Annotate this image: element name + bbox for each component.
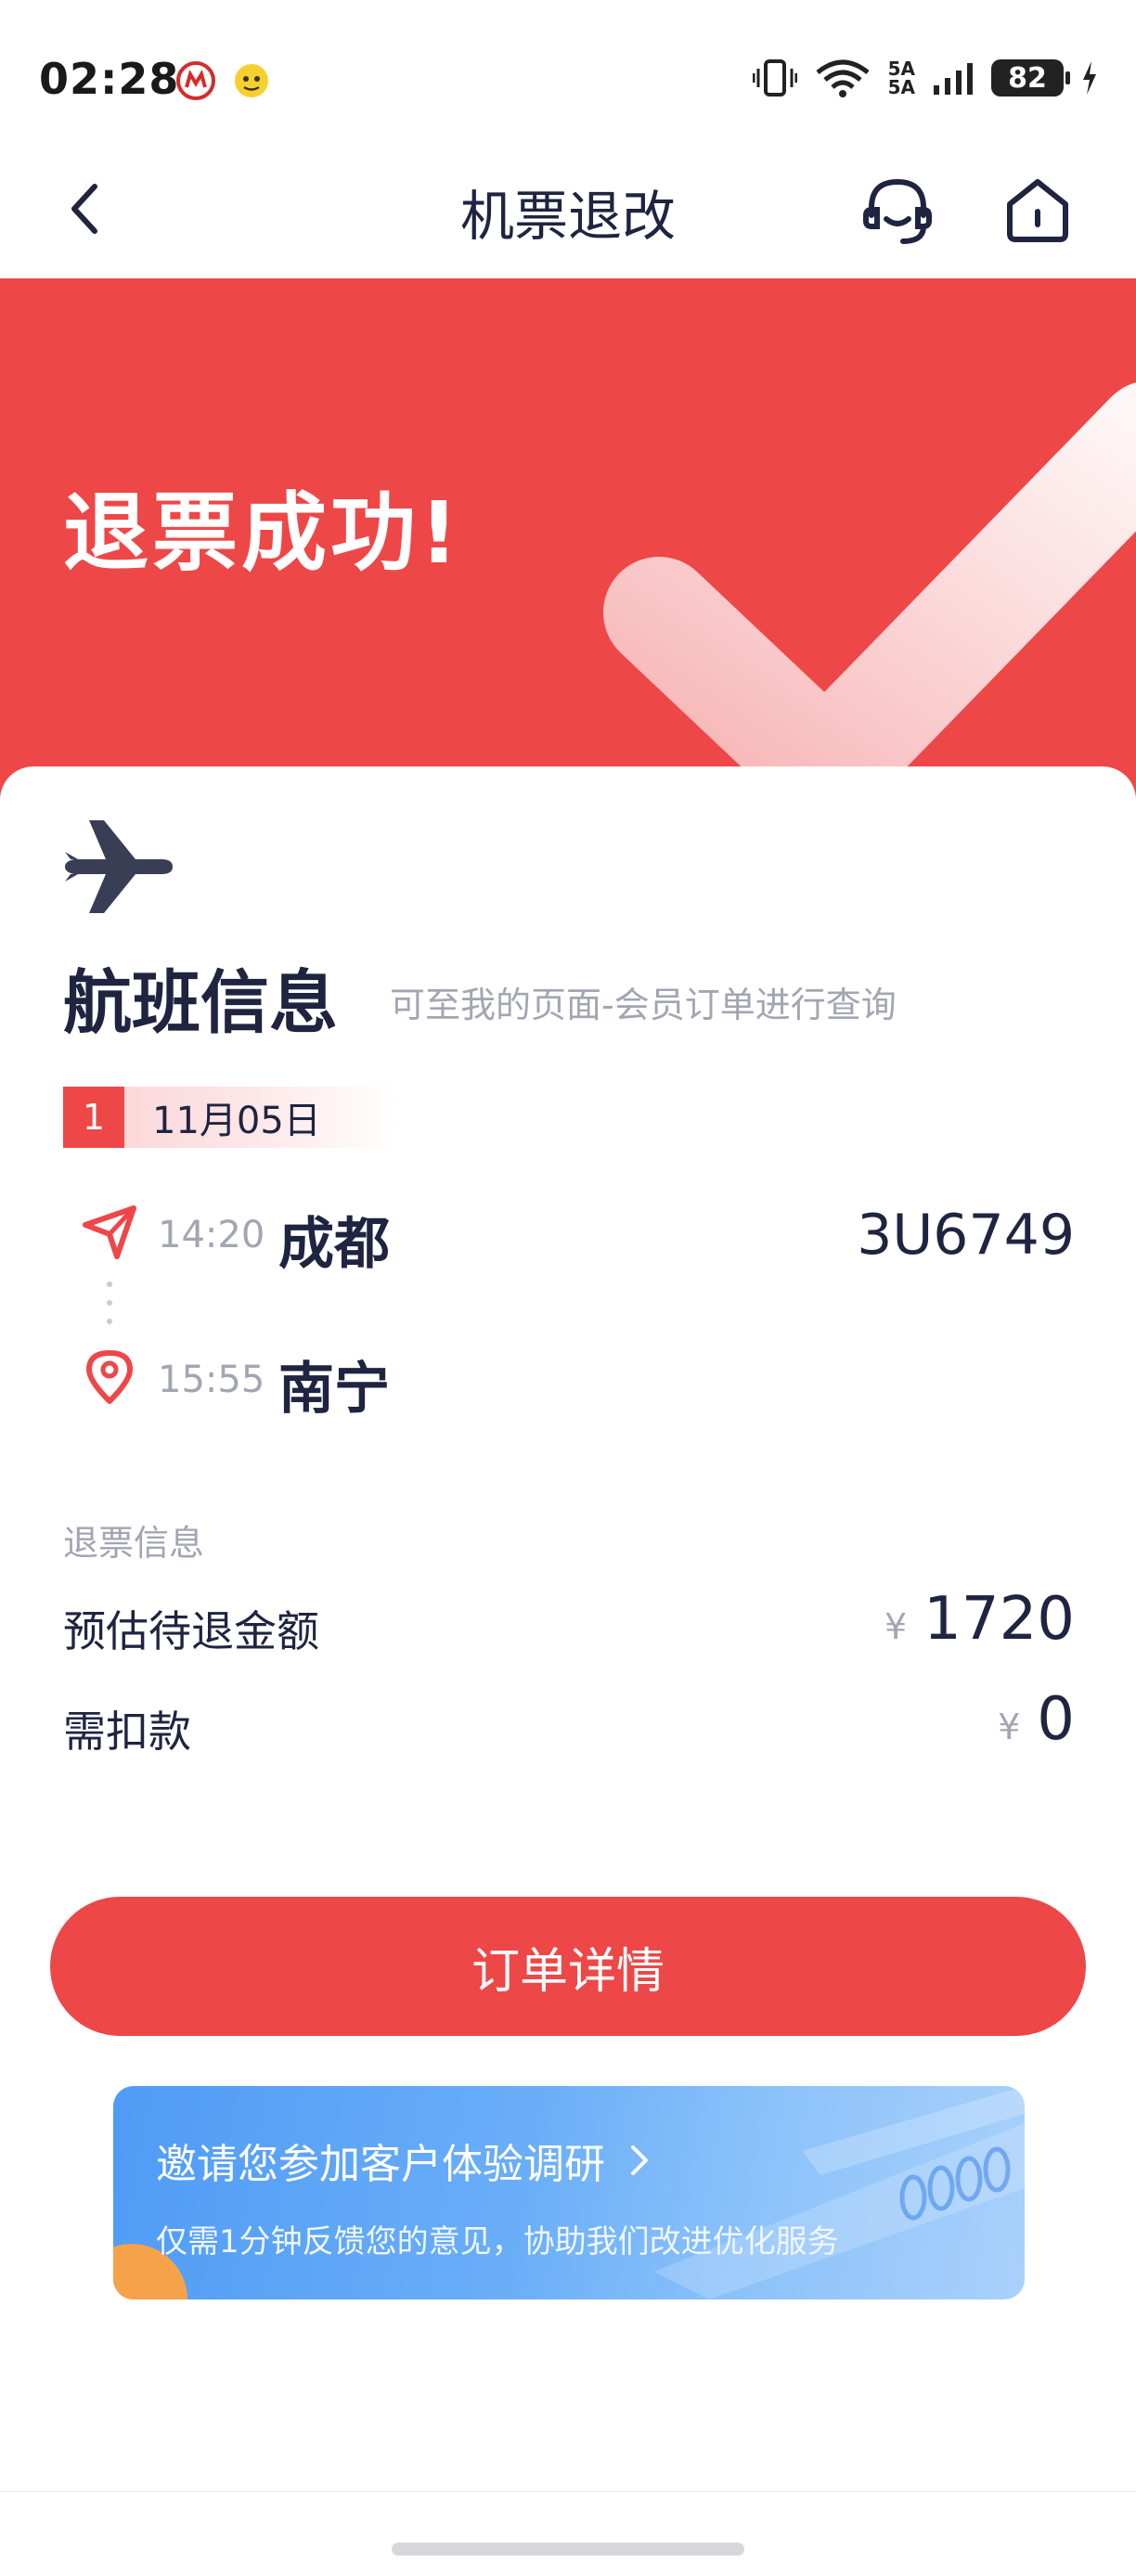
nav-bar: 机票退改 (0, 139, 1136, 278)
refund-info-label: 退票信息 (63, 1523, 205, 1564)
deduction-value: ¥ 0 (998, 1685, 1075, 1754)
departure-city: 成都 (278, 1212, 390, 1277)
order-detail-button[interactable]: 订单详情 (50, 1897, 1086, 2036)
survey-title: 邀请您参加客户体验调研 (156, 2131, 650, 2190)
survey-title-text: 邀请您参加客户体验调研 (156, 2141, 605, 2188)
location-pin-icon (80, 1347, 139, 1407)
deduction-amount: 0 (1037, 1685, 1075, 1754)
arrival-time: 15:55 (158, 1359, 265, 1401)
arrival-city: 南宁 (278, 1357, 390, 1422)
flight-info-title: 航班信息 (63, 963, 338, 1043)
battery-indicator: 82 (991, 59, 1070, 97)
bank-app-icon (176, 61, 215, 100)
home-indicator[interactable] (392, 2543, 744, 2556)
wifi-icon (816, 59, 870, 97)
success-banner: 退票成功! (0, 278, 1136, 798)
estimated-refund-label: 预估待退金额 (63, 1606, 319, 1656)
home-button[interactable] (1000, 173, 1075, 247)
flight-info-card: 航班信息 可至我的页面-会员订单进行查询 1 11月05日 14:20 成都 3… (0, 766, 1136, 2576)
network-bottom-label: 5A (887, 76, 915, 98)
estimated-refund-amount: 1720 (923, 1585, 1075, 1654)
customer-service-button[interactable] (858, 173, 936, 251)
signal-icon (934, 63, 973, 95)
headset-icon (863, 178, 932, 244)
airplane-icon (61, 815, 176, 917)
survey-banner[interactable]: 邀请您参加客户体验调研 仅需1分钟反馈您的意见，协助我们改进优化服务 (113, 2086, 1025, 2299)
currency-symbol: ¥ (884, 1606, 908, 1647)
departure-time: 14:20 (158, 1214, 265, 1256)
survey-subtitle: 仅需1分钟反馈您的意见，协助我们改进优化服务 (156, 2223, 839, 2260)
page-title: 机票退改 (459, 185, 676, 248)
status-indicators: 5A 5A 82 (752, 58, 1099, 98)
network-type: 5A 5A (888, 59, 915, 97)
deduction-label: 需扣款 (63, 1707, 191, 1757)
chevron-right-icon (631, 2145, 648, 2175)
segment-date-tag: 1 11月05日 (63, 1087, 397, 1148)
flight-number: 3U6749 (857, 1203, 1075, 1268)
chat-app-icon (232, 61, 271, 100)
route-connector (106, 1282, 113, 1356)
status-time: 02:28 (39, 54, 180, 104)
send-icon (80, 1203, 139, 1262)
airplane-wing-illustration (653, 2086, 1025, 2299)
banner-title: 退票成功! (63, 483, 462, 583)
check-mark-icon (603, 382, 1136, 798)
status-bar: 02:28 5A 5A 82 (0, 0, 1136, 139)
vibrate-icon (752, 59, 797, 97)
estimated-refund-value: ¥ 1720 (884, 1585, 1075, 1654)
segment-index: 1 (63, 1087, 124, 1148)
bottom-divider (0, 2491, 1136, 2492)
flight-info-hint: 可至我的页面-会员订单进行查询 (390, 985, 897, 1025)
charging-icon (1083, 61, 1096, 95)
segment-date: 11月05日 (152, 1100, 321, 1142)
currency-symbol: ¥ (998, 1707, 1021, 1747)
network-top-label: 5A (887, 58, 915, 80)
home-icon (1007, 179, 1068, 242)
